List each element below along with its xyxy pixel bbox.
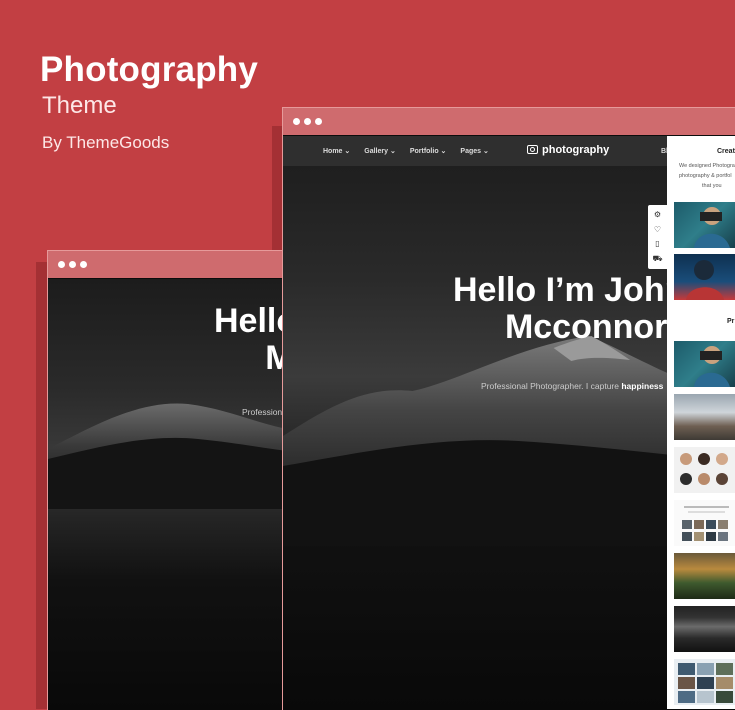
demo-thumbnail[interactable] <box>674 500 735 546</box>
book-icon[interactable]: ▯ <box>655 240 659 248</box>
gear-icon[interactable]: ⚙ <box>654 211 661 219</box>
camera-icon <box>527 145 538 154</box>
window-dot-icon <box>293 118 300 125</box>
panel-text-line: that you <box>702 183 722 189</box>
hero-heading: Hello I'm John Mcconnor <box>214 302 288 377</box>
panel-text-line: photography & portfol <box>679 173 732 179</box>
back-browser-window: Hello I'm John Mcconnor Professional Pho… <box>47 250 289 710</box>
window-dot-icon <box>58 261 65 268</box>
hero-byline: By ThemeGoods <box>42 133 170 152</box>
window-dot-icon <box>315 118 322 125</box>
window-dot-icon <box>80 261 87 268</box>
demo-thumbnail[interactable] <box>674 394 735 440</box>
nav-item-home[interactable]: Home ⌄ <box>323 147 350 155</box>
hero-heading: Hello I’m John Mcconnor <box>453 271 686 347</box>
nav-item-gallery[interactable]: Gallery ⌄ <box>364 147 396 155</box>
demo-thumbnail[interactable] <box>674 606 735 652</box>
demo-thumbnail[interactable] <box>674 659 735 705</box>
heart-icon[interactable]: ♡ <box>654 225 661 234</box>
site-nav: Home ⌄ Gallery ⌄ Portfolio ⌄ Pages ⌄ pho… <box>283 136 668 166</box>
site-logo[interactable]: photography <box>527 144 609 156</box>
demo-panel: Creat We designed Photogra photography &… <box>667 136 735 709</box>
window-titlebar <box>48 251 288 278</box>
demo-thumbnail[interactable] <box>674 553 735 599</box>
nav-item-portfolio[interactable]: Portfolio ⌄ <box>410 147 447 155</box>
cart-icon[interactable]: ⛟ <box>652 254 662 263</box>
demo-thumbnail[interactable] <box>674 202 735 248</box>
side-toolbar: ⚙ ♡ ▯ ⛟ <box>648 205 667 269</box>
window-dot-icon <box>69 261 76 268</box>
hero-subtitle: Theme <box>42 92 117 119</box>
window-titlebar <box>283 108 735 135</box>
demo-thumbnail[interactable] <box>674 254 735 300</box>
hero-title: Photography <box>40 50 259 89</box>
window-dot-icon <box>304 118 311 125</box>
panel-heading: Creat <box>717 148 735 155</box>
demo-thumbnail[interactable] <box>674 341 735 387</box>
hero-photo: Hello I'm John Mcconnor Professional Pho… <box>48 279 288 710</box>
panel-subheading: Pr <box>727 318 735 325</box>
demo-thumbnail[interactable] <box>674 447 735 493</box>
nav-item-pages[interactable]: Pages ⌄ <box>460 147 488 155</box>
hero-tagline: Professional Photographer. I capture hap… <box>481 381 664 391</box>
panel-text-line: We designed Photogra <box>679 163 735 169</box>
